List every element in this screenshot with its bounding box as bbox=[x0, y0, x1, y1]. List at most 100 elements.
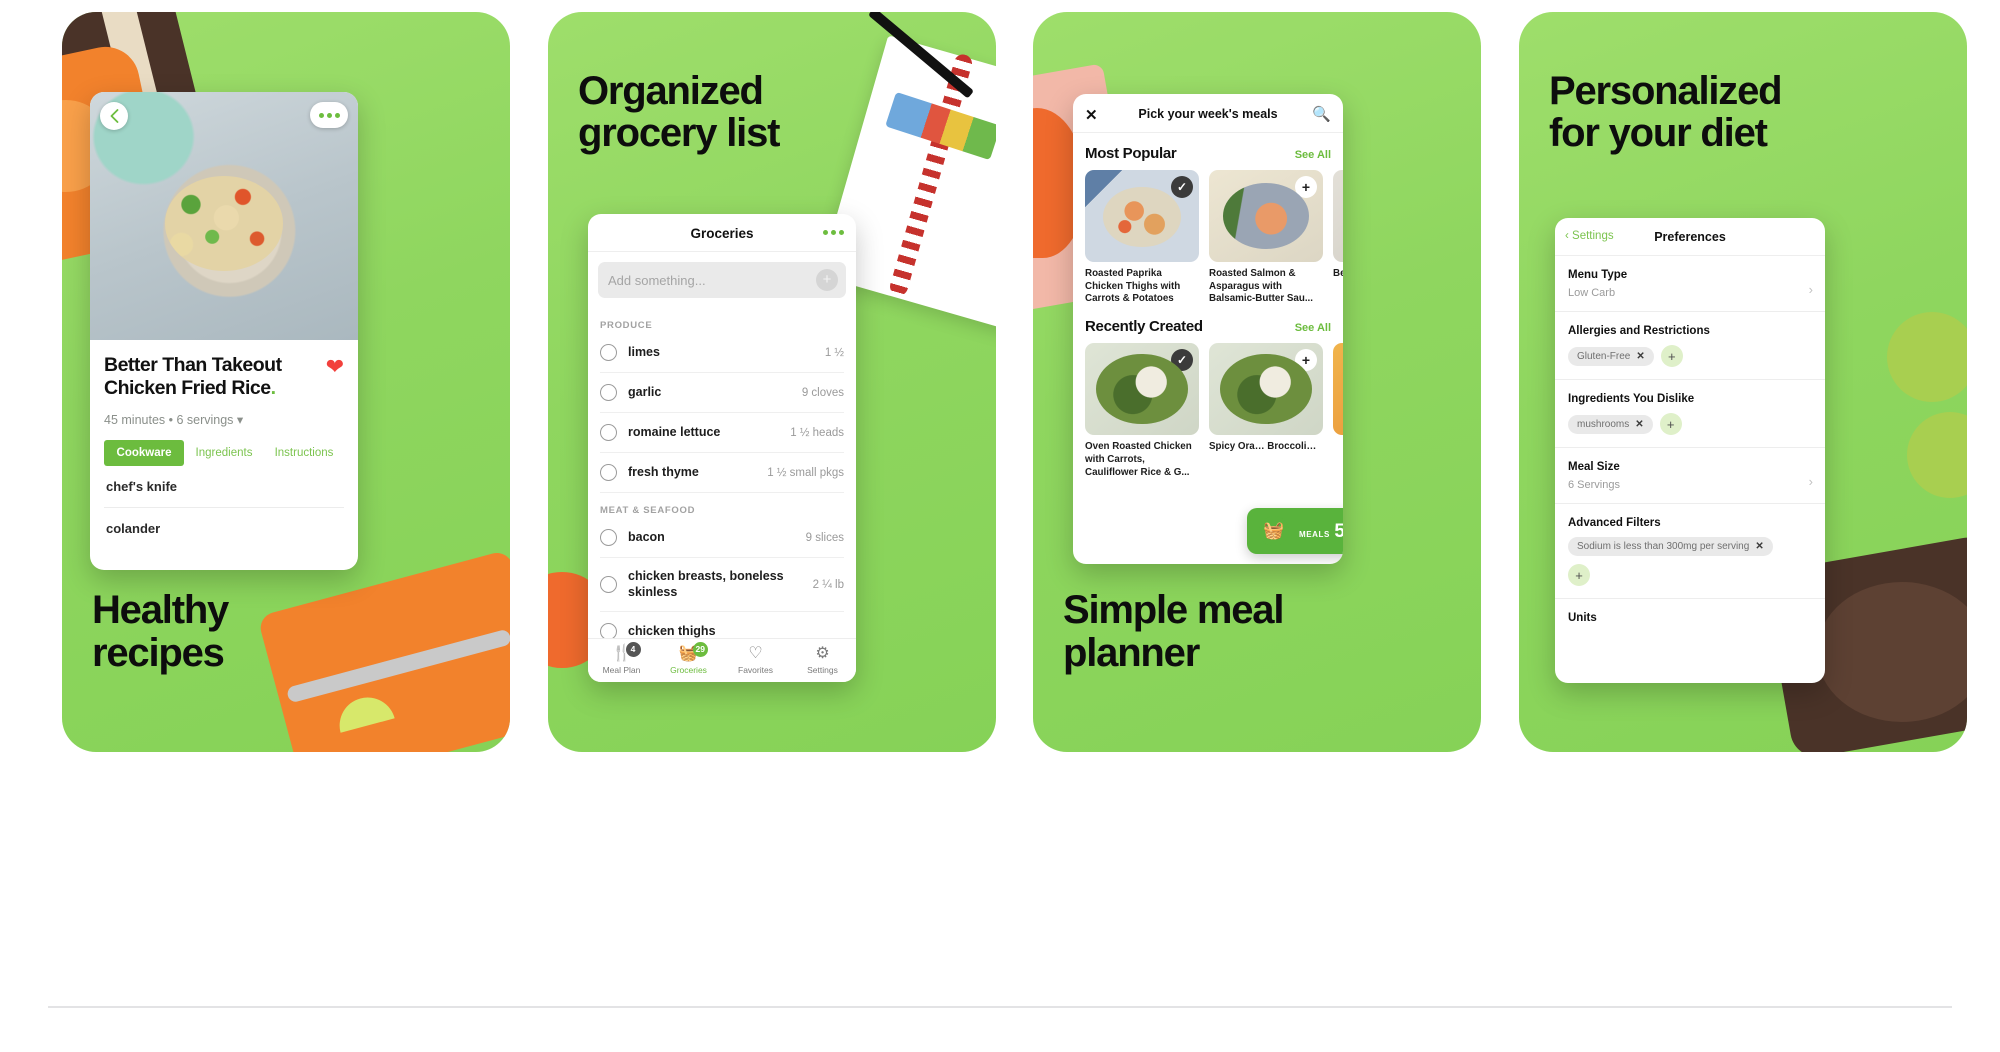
check-icon[interactable]: ✓ bbox=[1171, 349, 1193, 372]
section-title: Recently Created bbox=[1085, 318, 1203, 336]
pref-meal-size[interactable]: Meal Size 6 Servings › bbox=[1555, 448, 1825, 504]
meal-card[interactable]: Be… Fr… bbox=[1333, 170, 1343, 306]
meal-picker-header: ✕ Pick your week's meals 🔍 bbox=[1073, 94, 1343, 133]
meal-picker-screen: ✕ Pick your week's meals 🔍 Most Popular … bbox=[1073, 94, 1343, 564]
plus-icon[interactable]: + bbox=[816, 269, 838, 291]
section-most-popular: Most Popular See All ✓ Roasted Paprika C… bbox=[1073, 133, 1343, 306]
chip[interactable]: Gluten-Free ✕ bbox=[1568, 346, 1654, 366]
meals-count: 5 bbox=[1334, 520, 1343, 542]
add-item-placeholder: Add something... bbox=[608, 272, 706, 288]
search-icon[interactable]: 🔍 bbox=[1312, 105, 1331, 123]
back-button[interactable] bbox=[100, 102, 128, 130]
grocery-item-name: chicken thighs bbox=[628, 623, 716, 638]
decorative-broccoli bbox=[1887, 312, 1967, 402]
pref-disliked-ingredients[interactable]: Ingredients You Dislike mushrooms ✕ + bbox=[1555, 380, 1825, 448]
grocery-item[interactable]: garlic 9 cloves bbox=[600, 373, 844, 413]
close-icon[interactable]: ✕ bbox=[1755, 541, 1763, 552]
grocery-item[interactable]: bacon 9 slices bbox=[600, 518, 844, 558]
pref-label: Meal Size bbox=[1568, 461, 1620, 473]
plus-icon[interactable]: + bbox=[1659, 413, 1682, 435]
pref-units[interactable]: Units bbox=[1555, 599, 1825, 637]
panel-headline: Simple meal planner bbox=[1063, 588, 1284, 675]
tab-settings[interactable]: ⚙ Settings bbox=[789, 644, 856, 675]
grocery-item-name: garlic bbox=[628, 384, 662, 399]
tab-ingredients[interactable]: Ingredients bbox=[184, 440, 264, 466]
checkbox-icon[interactable] bbox=[600, 623, 617, 638]
grocery-item-qty: 9 slices bbox=[805, 531, 844, 544]
list-item[interactable]: chef's knife bbox=[104, 466, 344, 508]
meal-name: Be… Fr… bbox=[1333, 268, 1343, 279]
basket-icon: 🧺 bbox=[678, 645, 699, 662]
back-to-settings-button[interactable]: ‹ Settings bbox=[1565, 230, 1614, 242]
grocery-item[interactable]: romaine lettuce 1 ½ heads bbox=[600, 413, 844, 453]
plus-icon[interactable]: + bbox=[1295, 349, 1317, 372]
decorative-broccoli-2 bbox=[1907, 412, 1967, 498]
pref-menu-type[interactable]: Menu Type Low Carb › bbox=[1555, 256, 1825, 312]
check-icon[interactable]: ✓ bbox=[1171, 176, 1193, 198]
checkbox-icon[interactable] bbox=[600, 384, 617, 401]
meal-name: Roasted Paprika Chicken Thighs with Carr… bbox=[1085, 268, 1181, 305]
recipe-meta[interactable]: 45 minutes • 6 servings ▾ bbox=[104, 412, 344, 427]
tab-cookware[interactable]: Cookware bbox=[104, 439, 184, 466]
grocery-item-name: bacon bbox=[628, 529, 665, 544]
plus-icon[interactable]: + bbox=[1568, 564, 1590, 586]
meal-card[interactable]: ✓ Roasted Paprika Chicken Thighs with Ca… bbox=[1085, 170, 1199, 306]
pref-advanced-filters[interactable]: Advanced Filters Sodium is less than 300… bbox=[1555, 504, 1825, 599]
meal-name: Oven Roasted Chicken with Carrots, Cauli… bbox=[1085, 441, 1192, 478]
tab-favorites[interactable]: ♡ Favorites bbox=[722, 644, 789, 675]
more-options-icon[interactable] bbox=[823, 230, 844, 235]
chip-label: Sodium is less than 300mg per serving bbox=[1577, 541, 1750, 552]
meal-plan-badge: 4 bbox=[625, 642, 641, 657]
chip-group: mushrooms ✕ + bbox=[1568, 413, 1812, 435]
section-header-produce: PRODUCE bbox=[600, 320, 653, 331]
meal-card-row[interactable]: ✓ Roasted Paprika Chicken Thighs with Ca… bbox=[1085, 170, 1343, 306]
app-store-screenshot-gallery: ❤ Better Than Takeout Chicken Fried Rice… bbox=[0, 0, 2000, 1052]
recipe-title: Better Than Takeout Chicken Fried Rice. bbox=[104, 354, 344, 401]
see-all-link[interactable]: See All bbox=[1295, 322, 1331, 334]
meal-card-row[interactable]: ✓ Oven Roasted Chicken with Carrots, Cau… bbox=[1085, 343, 1343, 479]
chip[interactable]: Sodium is less than 300mg per serving ✕ bbox=[1568, 537, 1773, 556]
more-options-icon bbox=[318, 112, 340, 118]
page-divider bbox=[48, 1006, 1952, 1008]
meal-card[interactable]: ✓ Oven Roasted Chicken with Carrots, Cau… bbox=[1085, 343, 1199, 479]
screenshot-panel-personalized-diet: Personalized for your diet ‹ Settings Pr… bbox=[1519, 12, 1967, 752]
grocery-item[interactable]: fresh thyme 1 ½ small pkgs bbox=[600, 453, 844, 493]
list-item[interactable]: colander bbox=[104, 508, 344, 549]
plus-icon[interactable]: + bbox=[1660, 345, 1683, 367]
grocery-item[interactable]: chicken thighs bbox=[600, 612, 844, 638]
meal-card[interactable]: + Roasted Salmon & Asparagus with Balsam… bbox=[1209, 170, 1323, 306]
meal-card[interactable]: + Spicy Ora… Broccoli… bbox=[1209, 343, 1323, 479]
heart-icon[interactable]: ❤ bbox=[326, 356, 344, 378]
checkbox-icon[interactable] bbox=[600, 344, 617, 361]
groceries-list[interactable]: PRODUCE limes 1 ½ garlic 9 cloves romain… bbox=[588, 308, 856, 638]
grocery-item[interactable]: chicken breasts, boneless skinless 2 ¼ l… bbox=[600, 558, 844, 613]
basket-icon: 🧺 bbox=[1258, 516, 1289, 546]
meal-card[interactable] bbox=[1333, 343, 1343, 479]
grocery-item-name: limes bbox=[628, 344, 660, 359]
meal-thumbnail: + bbox=[1209, 170, 1323, 262]
pref-allergies[interactable]: Allergies and Restrictions Gluten-Free ✕ … bbox=[1555, 312, 1825, 380]
more-options-button[interactable] bbox=[310, 102, 348, 128]
close-icon[interactable]: ✕ bbox=[1636, 351, 1644, 362]
checkbox-icon[interactable] bbox=[600, 424, 617, 441]
grocery-item-qty: 9 cloves bbox=[801, 386, 844, 399]
chip-label: Gluten-Free bbox=[1577, 350, 1631, 362]
tab-groceries[interactable]: 🧺 29 Groceries bbox=[655, 642, 722, 675]
close-icon[interactable]: ✕ bbox=[1085, 106, 1098, 124]
add-item-field[interactable]: Add something... + bbox=[598, 262, 846, 298]
plus-icon[interactable]: + bbox=[1295, 176, 1317, 198]
meal-name: Roasted Salmon & Asparagus with Balsamic… bbox=[1209, 268, 1313, 305]
close-icon[interactable]: ✕ bbox=[1635, 419, 1643, 430]
checkbox-icon[interactable] bbox=[600, 529, 617, 546]
tab-instructions[interactable]: Instructions bbox=[264, 440, 344, 466]
checkbox-icon[interactable] bbox=[600, 576, 617, 594]
chip-group: Gluten-Free ✕ + bbox=[1568, 345, 1812, 367]
checkbox-icon[interactable] bbox=[600, 464, 617, 481]
see-all-link[interactable]: See All bbox=[1295, 149, 1331, 161]
cookware-list: chef's knife colander bbox=[104, 466, 344, 549]
section-title: Most Popular bbox=[1085, 145, 1177, 162]
tab-meal-plan[interactable]: 🍴 4 Meal Plan bbox=[588, 642, 655, 675]
meals-basket-button[interactable]: 🧺 MEALS 5 bbox=[1246, 508, 1343, 554]
chip[interactable]: mushrooms ✕ bbox=[1568, 414, 1653, 434]
grocery-item[interactable]: limes 1 ½ bbox=[600, 333, 844, 373]
